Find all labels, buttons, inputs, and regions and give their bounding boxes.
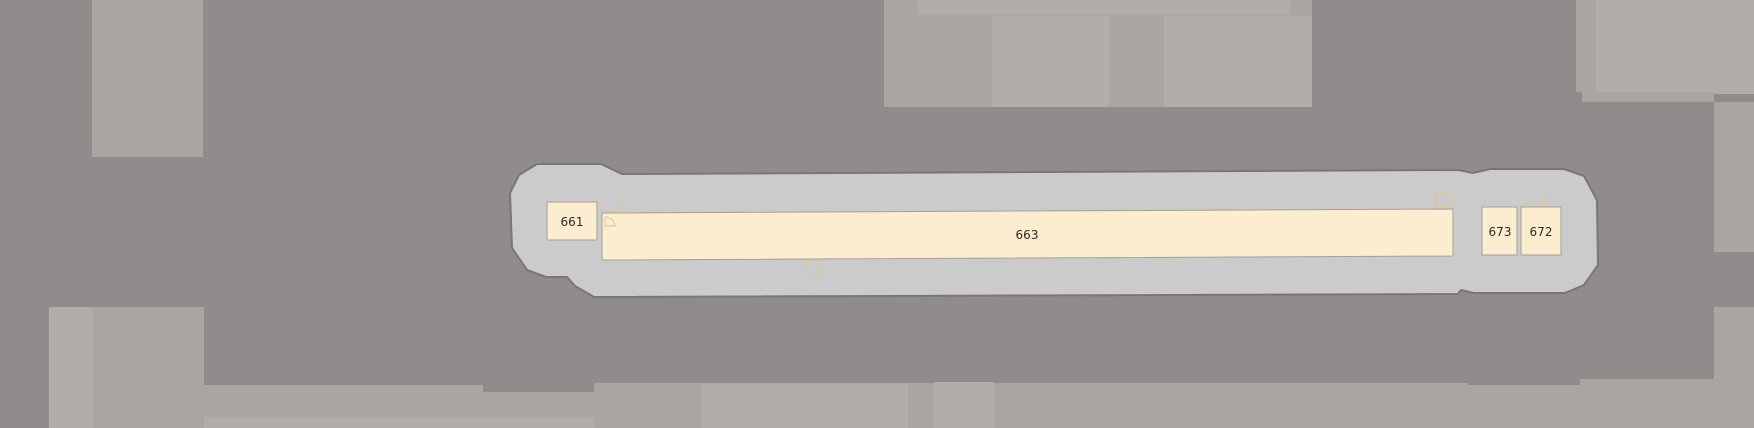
building-block xyxy=(1580,379,1714,428)
building-block xyxy=(1468,385,1580,428)
building-block xyxy=(1714,307,1754,428)
building-block xyxy=(49,307,93,428)
building-block xyxy=(1164,16,1312,107)
building-block xyxy=(934,382,994,428)
building-block xyxy=(483,385,594,392)
building-block xyxy=(918,0,1290,15)
room-label-661: 661 xyxy=(561,215,584,229)
room-label-663: 663 xyxy=(1016,228,1039,242)
building-block xyxy=(1714,102,1754,252)
room-label-672: 672 xyxy=(1530,225,1553,239)
building-block xyxy=(1596,0,1754,94)
building-block xyxy=(1582,92,1714,102)
floor-plan-map[interactable]: 661 663 673 672 xyxy=(0,0,1754,428)
building-block xyxy=(92,0,203,157)
room-label-673: 673 xyxy=(1489,225,1512,239)
building-block xyxy=(702,384,908,428)
building-block xyxy=(992,16,1110,107)
